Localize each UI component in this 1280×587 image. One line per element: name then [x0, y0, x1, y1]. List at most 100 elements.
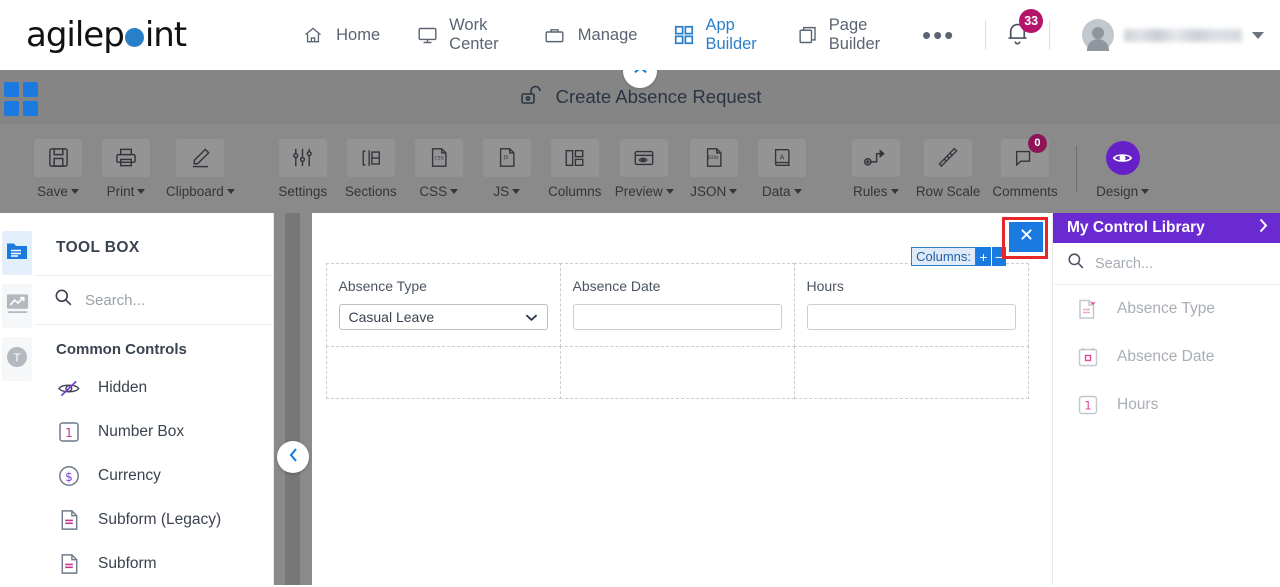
toolbox-item-label: Hidden	[98, 379, 148, 396]
rail-button-analytics[interactable]	[2, 284, 32, 328]
rail-button-text[interactable]: T	[2, 337, 32, 381]
eye-icon	[1105, 140, 1140, 175]
sliders-icon	[278, 138, 327, 177]
nav-divider-2	[1049, 20, 1050, 50]
calendar-control-icon	[1075, 344, 1101, 370]
grid-icon	[673, 23, 695, 47]
toolbar-preview[interactable]: Preview	[609, 136, 680, 202]
form-cell-empty[interactable]	[325, 346, 561, 399]
form-column-2: Absence Date	[559, 262, 795, 399]
toolbox-search-row	[34, 275, 273, 325]
chevron-left-icon	[288, 447, 299, 468]
toolbar-design[interactable]: Design	[1089, 136, 1157, 202]
toolbar-json-label: JSON	[690, 183, 727, 199]
toolbar-css[interactable]: CSS CSS	[405, 136, 473, 202]
close-section-button[interactable]	[1009, 222, 1043, 252]
toolbar-print[interactable]: Print	[92, 136, 160, 202]
toolbar-row-scale-label: Row Scale	[915, 183, 981, 199]
form-cell-empty[interactable]	[559, 346, 795, 399]
chevron-down-icon	[137, 188, 146, 194]
toolbox-item-subform-legacy[interactable]: Subform (Legacy)	[34, 498, 273, 542]
control-library-header[interactable]: My Control Library	[1053, 213, 1280, 243]
copy-icon	[797, 23, 819, 47]
chart-icon	[5, 292, 30, 321]
form-column-3: Hours	[793, 262, 1029, 399]
form-cell-empty[interactable]	[793, 346, 1029, 399]
form-cell-absence-date[interactable]: Absence Date	[559, 262, 795, 347]
library-item-absence-date[interactable]: Absence Date	[1053, 333, 1280, 381]
rail-button-toolbox[interactable]	[2, 231, 32, 275]
chevron-down-icon	[729, 188, 738, 194]
number-control-icon: 1	[1075, 392, 1101, 418]
nav-item-page-builder[interactable]: Page Builder	[779, 10, 906, 60]
nav-divider	[985, 20, 987, 50]
toolbar-columns[interactable]: Columns	[541, 136, 609, 202]
toolbox-search-input[interactable]	[85, 291, 235, 309]
nav-item-home[interactable]: Home	[282, 17, 398, 53]
svg-text:1: 1	[65, 426, 73, 440]
absence-type-select[interactable]: Casual Leave	[338, 303, 548, 330]
grid-apps-icon[interactable]	[4, 82, 38, 116]
toolbar-js-label: JS	[493, 183, 510, 199]
sections-icon	[346, 138, 395, 177]
library-item-hours[interactable]: 1 Hours	[1053, 381, 1280, 429]
toolbar-sections[interactable]: Sections	[337, 136, 405, 202]
library-item-label: Absence Date	[1117, 348, 1215, 365]
field-label: Absence Date	[572, 277, 661, 294]
form-toolbar: Save Print Clipboard Settings Sections C…	[0, 124, 1280, 213]
nav-item-manage-label: Manage	[577, 25, 638, 44]
folder-list-icon	[5, 240, 29, 267]
notifications-button[interactable]: 33	[1000, 8, 1044, 56]
svg-text:1: 1	[1084, 399, 1091, 413]
toolbox-item-hidden[interactable]: Hidden	[34, 366, 273, 410]
toolbar-js[interactable]: JS JS	[473, 136, 541, 202]
design-mode-icon-wrap	[1099, 139, 1147, 177]
toolbar-settings[interactable]: Settings	[269, 136, 337, 202]
scrollbar-thumb[interactable]	[285, 213, 300, 585]
control-library-panel: My Control Library Absence Type Ab	[1052, 213, 1280, 585]
nav-item-work-center[interactable]: Work Center	[398, 10, 524, 60]
hours-input[interactable]	[806, 303, 1016, 330]
toolbar-row-scale[interactable]: Row Scale	[910, 136, 987, 202]
chevron-down-icon	[1252, 31, 1264, 39]
toolbar-data[interactable]: A Data	[748, 136, 816, 202]
toolbar-clipboard[interactable]: Clipboard	[160, 136, 241, 202]
chevron-down-icon	[793, 188, 802, 194]
toolbar-save[interactable]: Save	[24, 136, 92, 202]
form-cell-absence-type[interactable]: Absence Type Casual Leave	[325, 262, 561, 347]
collapse-toolbox-button[interactable]	[277, 441, 309, 473]
svg-text:JSON: JSON	[707, 155, 718, 160]
control-library-search-input[interactable]	[1095, 255, 1280, 272]
nav-item-app-builder[interactable]: App Builder	[655, 10, 778, 60]
toolbar-comments[interactable]: 0 Comments	[986, 133, 1063, 202]
js-file-icon: JS	[482, 138, 531, 177]
toolbox-item-subform[interactable]: Subform	[34, 542, 273, 586]
agilepoint-logo[interactable]: agilep int	[26, 15, 187, 55]
nav-more-button[interactable]: •••	[906, 22, 971, 48]
svg-text:JS: JS	[503, 155, 509, 161]
svg-text:A: A	[779, 153, 784, 161]
svg-text:T: T	[13, 351, 21, 364]
form-cell-hours[interactable]: Hours	[793, 262, 1029, 347]
search-icon	[1067, 252, 1085, 275]
eye-window-icon	[620, 138, 669, 177]
toolbar-sections-label: Sections	[344, 183, 397, 199]
columns-add-button[interactable]: +	[976, 247, 991, 266]
nav-item-work-center-label: Work Center	[449, 16, 499, 53]
toolbar-columns-label: Columns	[548, 183, 602, 199]
user-menu[interactable]	[1082, 19, 1264, 51]
nav-item-manage[interactable]: Manage	[524, 17, 656, 53]
logo-text-part1: agilep	[26, 15, 125, 55]
form-column-1: Absence Type Casual Leave	[325, 262, 561, 399]
toolbox-item-currency[interactable]: $ Currency	[34, 454, 273, 498]
absence-date-input[interactable]	[572, 303, 782, 330]
toolbar-rules[interactable]: Rules	[842, 136, 910, 202]
toolbox-item-label: Subform (Legacy)	[98, 511, 222, 528]
chevron-down-icon	[70, 188, 79, 194]
canvas-scroll-strip[interactable]	[274, 213, 312, 585]
toolbar-json[interactable]: JSON JSON	[680, 136, 748, 202]
chevron-down-icon	[512, 188, 521, 194]
library-item-absence-type[interactable]: Absence Type	[1053, 285, 1280, 333]
toolbox-item-number-box[interactable]: 1 Number Box	[34, 410, 273, 454]
field-label: Hours	[806, 277, 844, 294]
